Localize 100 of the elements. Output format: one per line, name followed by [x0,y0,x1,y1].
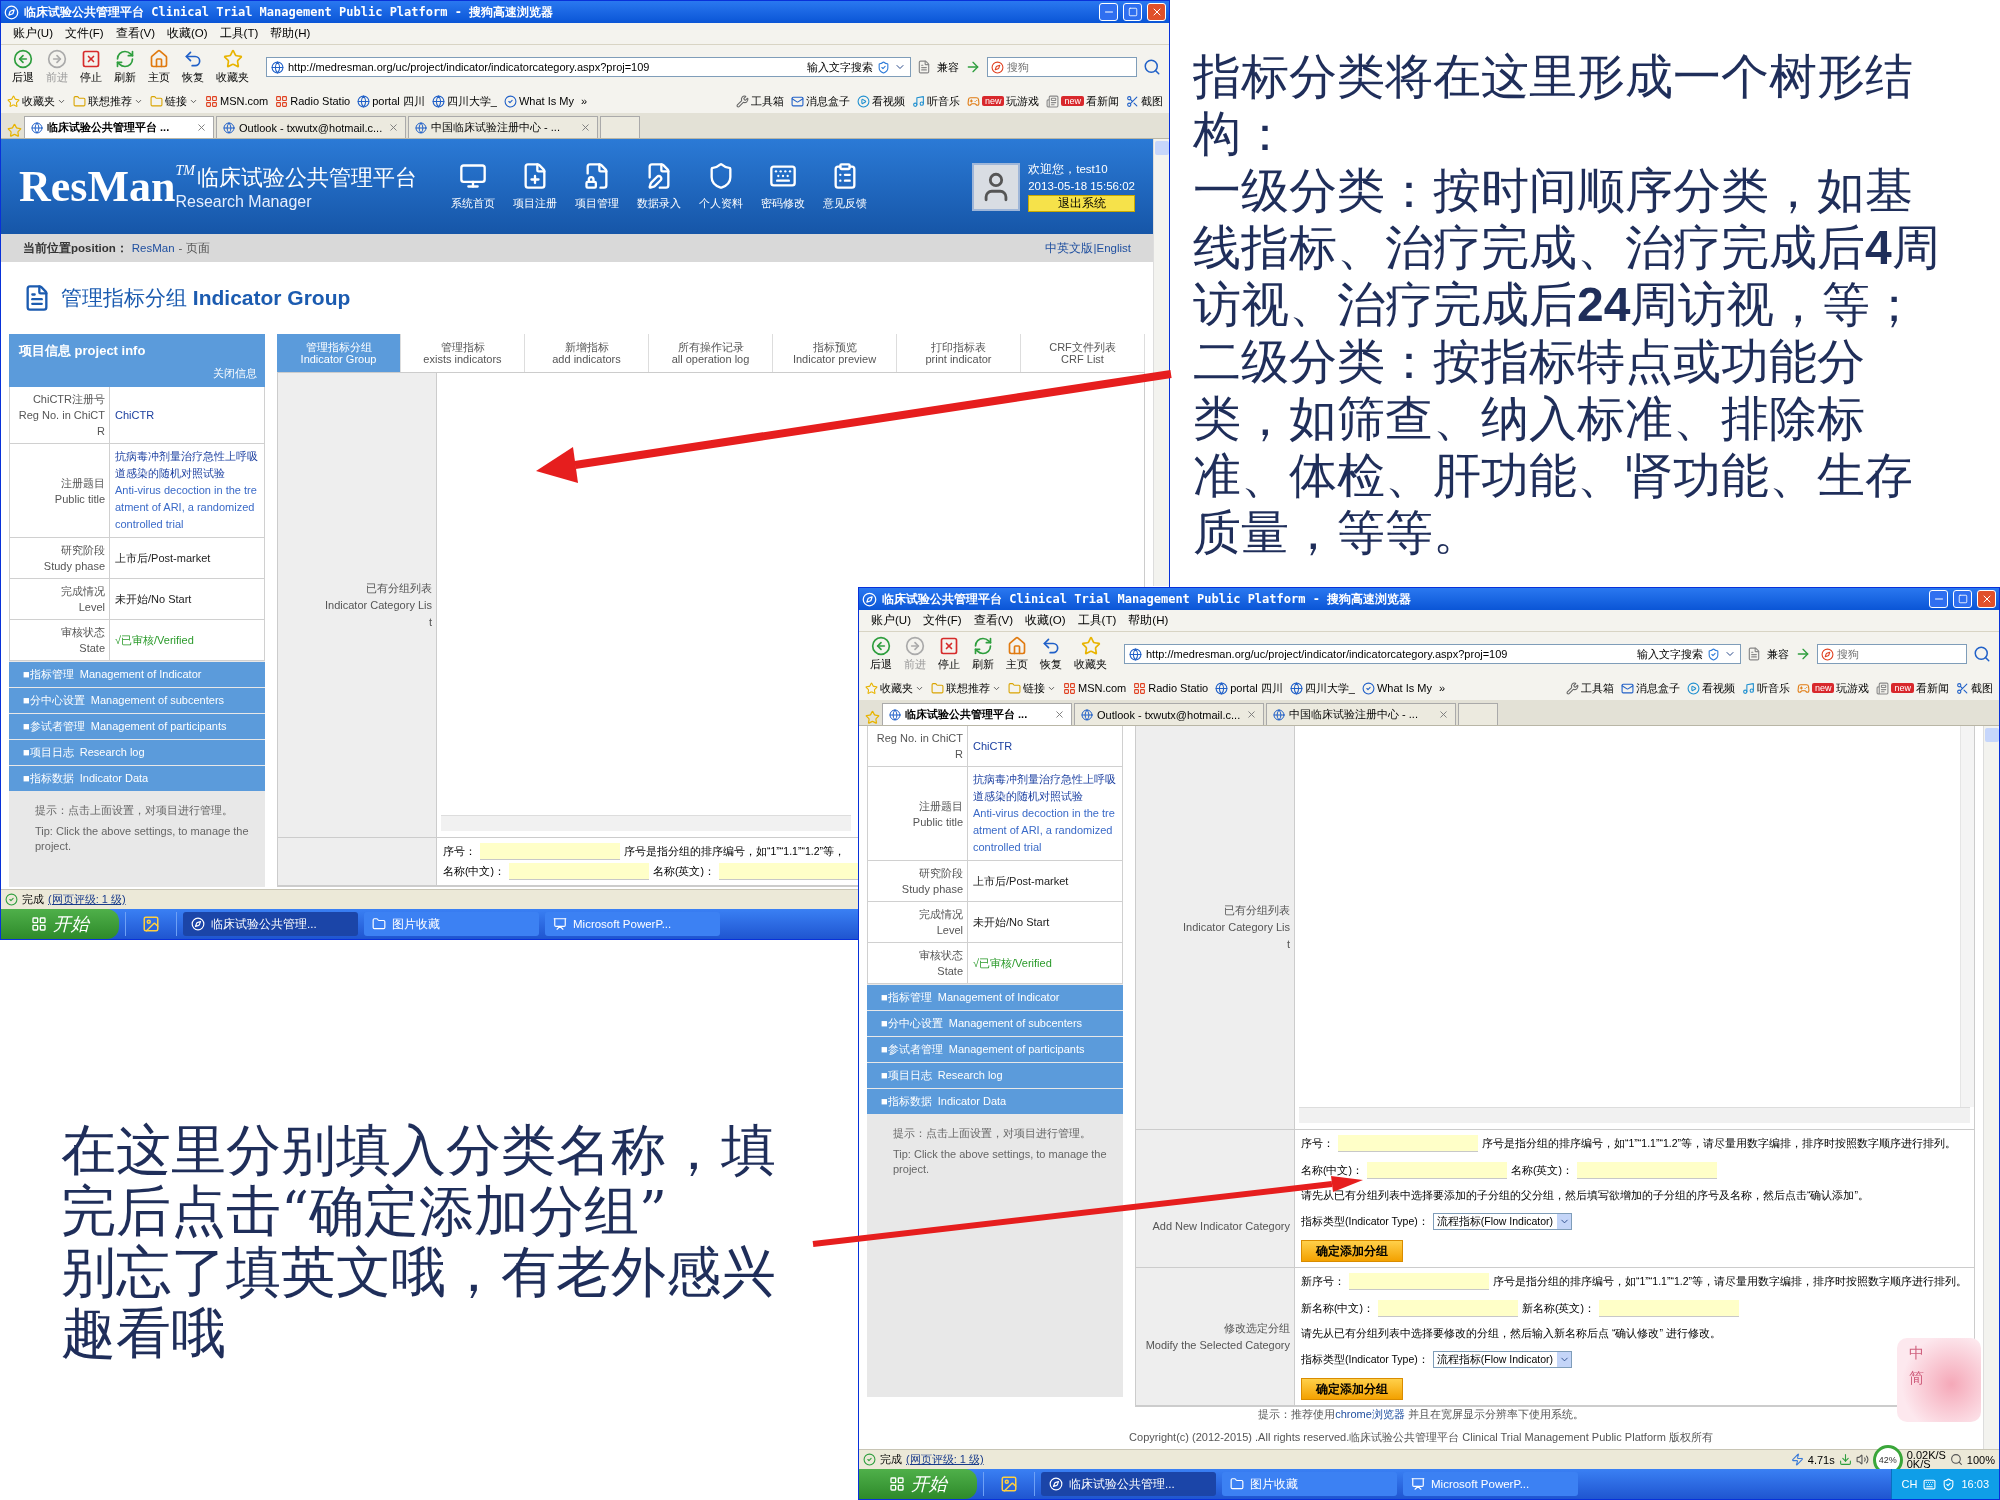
address-field[interactable]: http://medresman.org/uc/project/indicator/indicatorcategory.aspx?proj=109 输入文字搜索 [1124,644,1741,664]
toolbar-link[interactable]: 截图 [1126,93,1163,109]
toolbar-link[interactable]: 消息盒子 [1620,680,1680,696]
taskbar-button[interactable]: 临床试验公共管理... [183,912,358,936]
bookmark-link[interactable]: 收藏夹 [7,93,66,109]
toolbar-link[interactable]: 工具箱 [1565,680,1614,696]
input-field[interactable] [1378,1300,1518,1317]
browser-tab[interactable]: 中国临床试验注册中心 - ... [408,116,598,138]
menu-item[interactable]: 账户(U) [13,26,53,41]
more-links-button[interactable]: » [1438,682,1446,694]
toolbar-link[interactable]: 截图 [1956,680,1993,696]
horizontal-scrollbar[interactable] [1299,1107,1970,1123]
menu-item[interactable]: 收藏(O) [1025,613,1066,628]
zoom-level[interactable]: 100% [1966,1453,1995,1466]
menu-item[interactable]: 工具(T) [1077,613,1117,628]
input-field[interactable] [719,863,859,880]
taskbar-button[interactable]: Microsoft PowerP... [1403,1472,1578,1496]
address-field[interactable]: http://medresman.org/uc/project/indicator/indicatorcategory.aspx?proj=109 输入文字搜索 [266,57,911,77]
bookmark-link[interactable]: MSN.com [205,94,269,108]
breadcrumb-link[interactable]: ResMan [131,242,175,254]
compat-button[interactable]: 兼容 [937,59,959,75]
start-button[interactable]: 开始 [1,909,119,939]
toolbar-button[interactable]: 主页 [1003,636,1031,672]
vertical-scrollbar[interactable] [1153,139,1169,586]
input-field[interactable] [1577,1162,1717,1179]
search-input[interactable]: 搜狗 [1837,648,1947,660]
compat-button[interactable]: 兼容 [1767,646,1789,662]
start-button[interactable]: 开始 [859,1469,977,1499]
bookmark-link[interactable]: What Is My [503,94,574,108]
bookmark-link[interactable]: What Is My [1361,681,1432,695]
menu-item[interactable]: 工具(T) [219,26,259,41]
toolbar-button[interactable]: 后退 [9,49,37,85]
toolbar-button[interactable]: 恢复 [179,49,207,85]
bookmark-link[interactable]: portal 四川 [357,93,425,109]
taskbar-button[interactable]: Microsoft PowerP... [545,912,720,936]
taskbar-button[interactable]: 图片收藏 [1222,1472,1397,1496]
minimize-button[interactable] [1099,3,1118,21]
maximize-button[interactable] [1123,3,1142,21]
input-field[interactable] [1599,1300,1739,1317]
taskbar-button[interactable]: 临床试验公共管理... [1041,1472,1216,1496]
bookmark-link[interactable]: 链接 [1008,680,1056,696]
taskbar-button[interactable]: 图片收藏 [364,912,539,936]
browser-tab[interactable]: 临床试验公共管理平台 ... [24,116,214,138]
browser-link[interactable]: chrome浏览器 [1335,1408,1405,1420]
toolbar-button[interactable]: 收藏夹 [1071,636,1110,672]
menu-item[interactable]: 文件(F) [922,613,962,628]
input-field[interactable] [1367,1162,1507,1179]
toolbar-button[interactable]: 刷新 [111,49,139,85]
nav-link[interactable]: 系统首页 [450,196,495,211]
bookmark-link[interactable]: 链接 [150,93,198,109]
browser-tab[interactable]: 中国临床试验注册中心 - ... [1266,703,1456,725]
input-field[interactable] [1349,1273,1489,1290]
search-field[interactable]: 搜狗 [987,57,1137,77]
bookmark-link[interactable]: 联想推荐 [931,680,1001,696]
menu-item[interactable]: 查看(V) [973,613,1013,628]
toolbar-link[interactable]: new 看新闻 [1876,680,1949,696]
menu-item[interactable]: 查看(V) [115,26,155,41]
minimize-button[interactable] [1929,590,1948,608]
nav-link[interactable]: 密码修改 [760,196,805,211]
toolbar-button[interactable]: 停止 [77,49,105,85]
browser-tab[interactable]: 临床试验公共管理平台 ... [882,703,1072,725]
bookmark-link[interactable]: 四川大学_ [431,93,497,109]
add-group-button[interactable]: 确定添加分组 [1301,1378,1403,1400]
vertical-scrollbar[interactable] [1983,726,1999,1449]
browser-tab[interactable]: Outlook - txwutx@hotmail.c... [216,116,406,138]
input-field[interactable] [509,863,649,880]
new-tab-button[interactable] [600,116,640,138]
horizontal-scrollbar[interactable] [441,815,851,831]
menu-item[interactable]: 帮助(H) [270,26,311,41]
toolbar-button[interactable]: 主页 [145,49,173,85]
bookmark-link[interactable]: Radio Statio [275,94,351,108]
add-group-button[interactable]: 确定添加分组 [1301,1240,1403,1262]
toolbar-link[interactable]: 看视频 [1686,680,1735,696]
toolbar-link[interactable]: 工具箱 [735,93,784,109]
type-dropdown[interactable]: 流程指标(Flow Indicator) [1432,1213,1573,1230]
search-field[interactable]: 搜狗 [1817,644,1967,664]
close-button[interactable] [1977,590,1996,608]
browser-tab[interactable]: Outlook - txwutx@hotmail.c... [1074,703,1264,725]
menu-item[interactable]: 文件(F) [64,26,104,41]
nav-link[interactable]: 意见反馈 [822,196,867,211]
toolbar-link[interactable]: 听音乐 [1741,680,1790,696]
menu-item[interactable]: 收藏(O) [167,26,208,41]
toolbar-link[interactable]: new 看新闻 [1046,93,1119,109]
menu-item[interactable]: 帮助(H) [1128,613,1169,628]
vertical-scrollbar[interactable] [1960,726,1974,1107]
language-link[interactable]: 中英文版|Englist [1045,240,1131,256]
nav-link[interactable]: 个人资料 [698,196,743,211]
toolbar-link[interactable]: 听音乐 [911,93,960,109]
search-input[interactable]: 搜狗 [1007,61,1117,73]
input-field[interactable] [480,843,620,860]
rating-link[interactable]: (网页评级: 1 级) [48,892,126,907]
rating-link[interactable]: (网页评级: 1 级) [906,1452,984,1467]
bookmark-link[interactable]: 收藏夹 [865,680,924,696]
bookmark-link[interactable]: 四川大学_ [1289,680,1355,696]
close-button[interactable] [1147,3,1166,21]
new-tab-button[interactable] [1458,703,1498,725]
bookmark-link[interactable]: 联想推荐 [73,93,143,109]
toolbar-link[interactable]: 看视频 [856,93,905,109]
nav-link[interactable]: 项目管理 [574,196,619,211]
toolbar-button[interactable]: 收藏夹 [213,49,252,85]
